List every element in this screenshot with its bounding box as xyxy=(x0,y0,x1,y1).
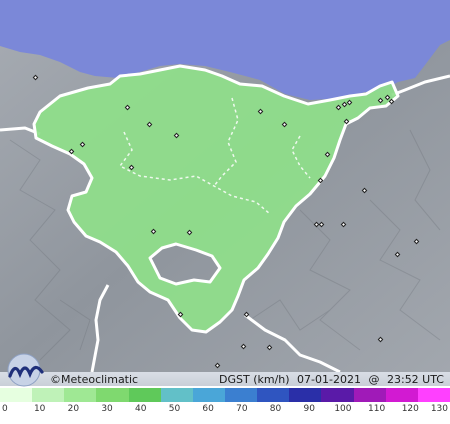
legend-color-segment xyxy=(32,388,65,402)
legend-color-segment xyxy=(64,388,97,402)
map-frame: ©Meteoclimatic DGST (km/h) 07-01-2021 @ … xyxy=(0,0,450,424)
at-label: @ xyxy=(368,373,380,386)
legend-tick-label: 90 xyxy=(303,404,315,414)
variable-label: DGST (km/h) xyxy=(219,373,290,386)
map-info: DGST (km/h) 07-01-2021 @ 23:52 UTC xyxy=(215,373,444,386)
legend-color-segment xyxy=(385,388,418,402)
legend-tick-label: 10 xyxy=(33,404,46,414)
legend-tick-label: 100 xyxy=(334,404,352,414)
legend-color-segment xyxy=(321,388,354,402)
legend-color-segment xyxy=(0,388,33,402)
legend-color-segment xyxy=(224,388,258,402)
legend-color-segment xyxy=(128,388,161,402)
legend-color-segment xyxy=(96,388,129,402)
wind-gust-map xyxy=(0,0,450,374)
legend-tick-label: 80 xyxy=(269,404,282,414)
legend-tick-label: 0 xyxy=(2,404,8,414)
legend-color-segment xyxy=(417,388,450,402)
legend-color-segment xyxy=(289,388,322,402)
legend-tick-label: 120 xyxy=(401,404,419,414)
legend-tick-label: 110 xyxy=(368,404,386,414)
date-label: 07-01-2021 xyxy=(297,373,361,386)
legend-tick-label: 70 xyxy=(236,404,248,414)
legend-tick-label: 30 xyxy=(101,404,113,414)
meteoclimatic-logo xyxy=(7,353,44,387)
legend-tick-label: 50 xyxy=(168,404,181,414)
legend-ticks: 0 10 20 30 40 50 60 70 80 90 100 110 120 130 xyxy=(0,404,450,420)
legend-color-segment xyxy=(192,388,225,402)
legend-tick-label: 40 xyxy=(135,404,147,414)
legend-color-segment xyxy=(257,388,290,402)
credit-text: ©Meteoclimatic xyxy=(50,373,139,386)
legend-color-segment xyxy=(353,388,386,402)
legend-tick-label: 130 xyxy=(430,404,448,414)
color-scale-legend xyxy=(0,388,450,402)
time-label: 23:52 UTC xyxy=(386,373,444,386)
legend-color-segment xyxy=(160,388,193,402)
legend-tick-label: 20 xyxy=(67,404,80,414)
legend-tick-label: 60 xyxy=(202,404,214,414)
